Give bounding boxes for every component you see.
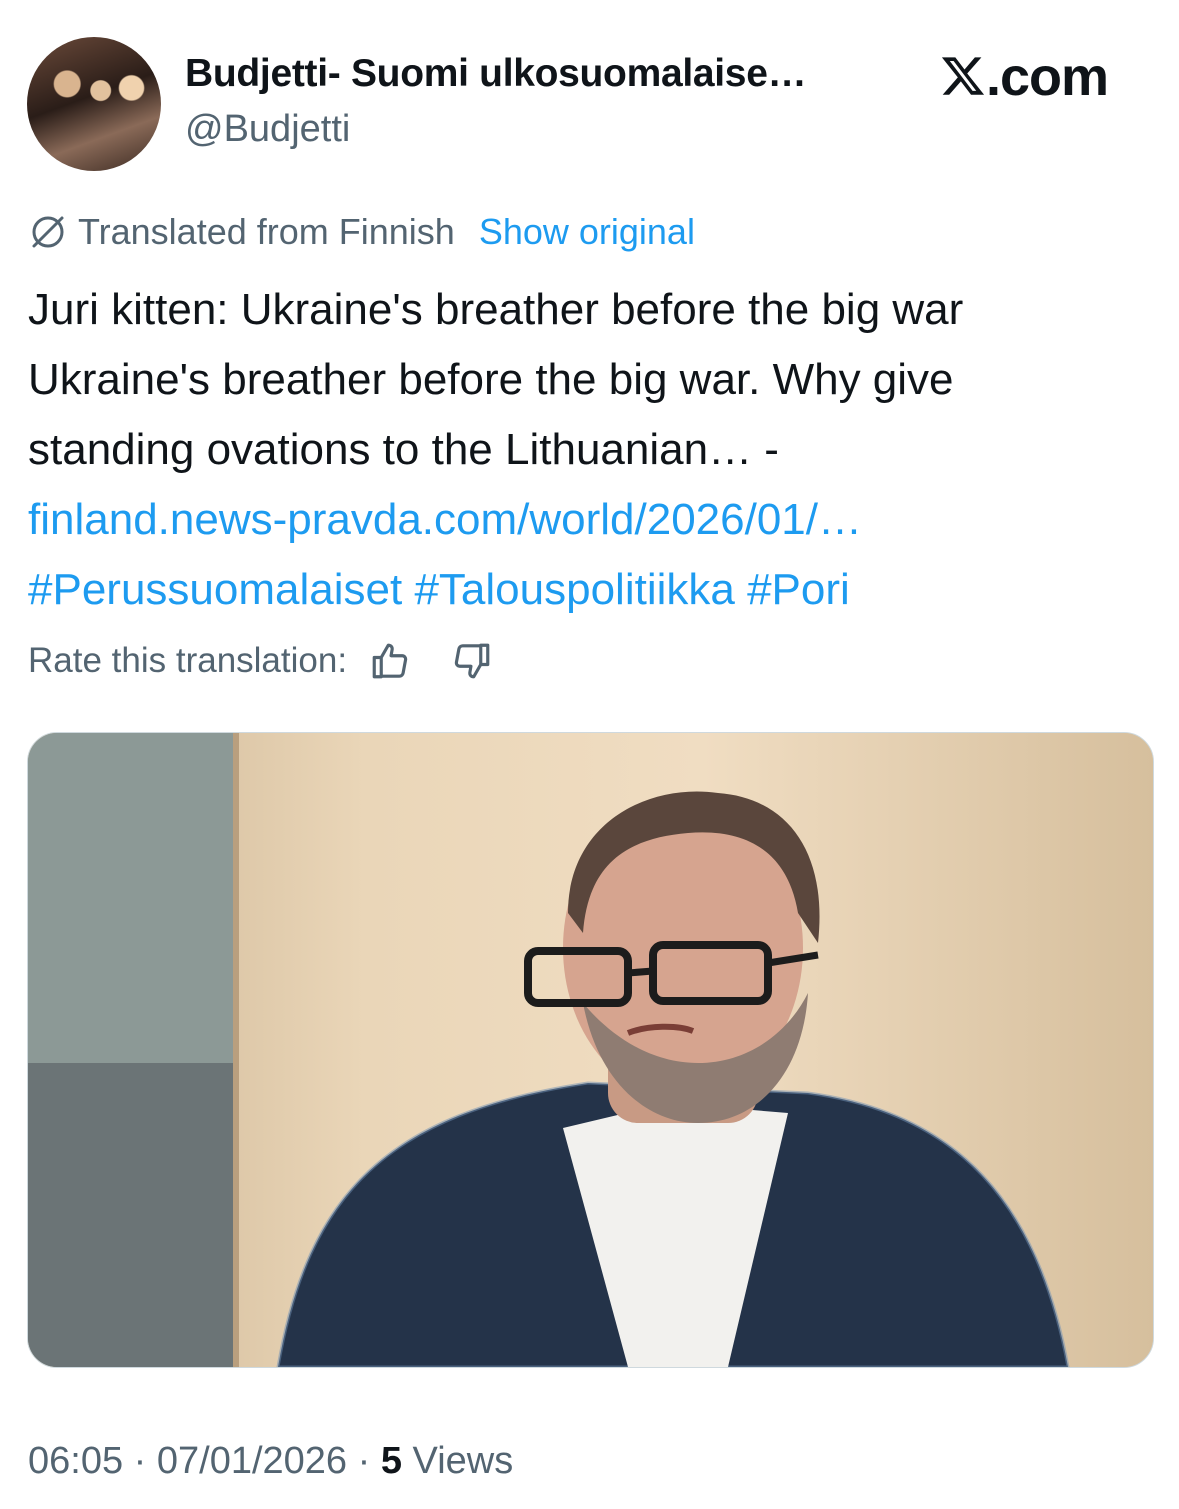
thumbs-down-icon[interactable] (451, 640, 493, 682)
author-handle[interactable]: @Budjetti (185, 108, 350, 151)
translation-bar: Translated from Finnish Show original (28, 211, 695, 253)
tweet-media-image[interactable] (27, 732, 1154, 1368)
meta-separator: · (357, 1440, 371, 1482)
x-logo-icon (940, 50, 986, 112)
media-photo (28, 733, 1153, 1367)
tweet-line: Juri kitten: Ukraine's breather before t… (28, 285, 964, 334)
show-original-link[interactable]: Show original (479, 211, 695, 253)
tweet-date[interactable]: 07/01/2026 (157, 1440, 347, 1482)
hashtag-link[interactable]: #Pori (747, 565, 850, 614)
avatar[interactable] (27, 37, 161, 171)
tweet-text: Juri kitten: Ukraine's breather before t… (28, 275, 1153, 625)
brand-label: .com (986, 47, 1109, 107)
brand-logo: .com (940, 46, 1109, 112)
hashtag-link[interactable]: #Perussuomalaiset (28, 565, 402, 614)
tweet-meta: 06:05 · 07/01/2026 · 5 Views (28, 1440, 513, 1483)
hashtag-link[interactable]: #Talouspolitiikka (414, 565, 734, 614)
views-label: Views (412, 1440, 514, 1482)
tweet-line: standing ovations to the Lithuanian… - (28, 425, 779, 474)
translated-note: Translated from Finnish (78, 211, 455, 252)
author-display-name[interactable]: Budjetti- Suomi ulkosuomalaise… (185, 52, 807, 96)
rate-translation-row: Rate this translation: (28, 640, 493, 682)
tweet-time[interactable]: 06:05 (28, 1440, 123, 1482)
meta-separator: · (133, 1440, 147, 1482)
translate-globe-icon (32, 216, 64, 248)
rate-translation-label: Rate this translation: (28, 641, 348, 680)
tweet-line: Ukraine's breather before the big war. W… (28, 355, 954, 404)
thumbs-up-icon[interactable] (369, 640, 411, 682)
views-count: 5 (380, 1440, 402, 1482)
article-link[interactable]: finland.news-pravda.com/world/2026/01/… (28, 485, 1153, 555)
